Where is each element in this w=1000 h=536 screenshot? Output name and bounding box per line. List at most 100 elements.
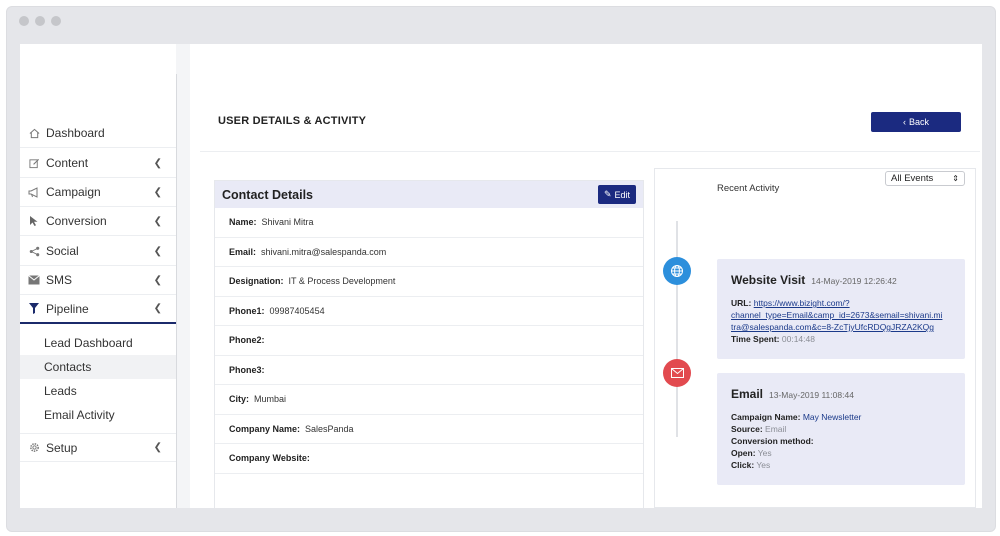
contact-field-phone3: Phone3: [215,356,643,385]
activity-url-link[interactable]: https://www.bizight.com/? [754,298,850,308]
field-key: Company Website: [229,453,310,464]
sidebar-item-social[interactable]: Social ❮ [20,237,176,266]
source-value: Email [765,424,787,434]
contact-details-title: Contact Details [222,187,313,202]
activity-url-block: URL: https://www.bizight.com/? channel_t… [731,297,951,345]
pencil-icon: ✎ [603,189,612,199]
sidebar-item-content[interactable]: Content ❮ [20,149,176,178]
field-key: Email: [229,246,257,257]
contact-field-phone1: Phone1: 09987405454 [215,297,643,326]
chevron-left-icon: ‹ [902,117,906,127]
time-spent-value: 00:14:48 [781,334,815,344]
activity-card-website-visit: Website Visit 14-May-2019 12:26:42 URL: h… [717,259,965,359]
sidebar-item-campaign[interactable]: Campaign ❮ [20,178,176,207]
contact-field-company-website: Company Website: [215,444,643,474]
back-button-label: Back [908,117,929,127]
field-key: City: [229,394,249,405]
megaphone-icon [27,186,41,198]
chevron-left-icon: ❮ [153,274,162,286]
chevron-left-icon: ❮ [153,215,162,227]
filter-icon [27,303,41,314]
contact-field-email: Email: shivani.mitra@salespanda.com [215,238,643,267]
url-key: URL: [731,298,752,308]
sidebar-item-label: Pipeline [46,301,89,316]
field-value: shivani.mitra@salespanda.com [261,246,387,257]
sidebar-subitem-leads[interactable]: Leads [20,379,176,403]
campaign-value: May Newsletter [802,412,862,422]
contact-field-designation: Designation: IT & Process Development [215,267,643,297]
sidebar-subitem-contacts[interactable]: Contacts [20,355,176,379]
chevron-left-icon: ❮ [153,186,162,198]
source-key: Source: [731,424,763,434]
sidebar-item-sms[interactable]: SMS ❮ [20,266,176,295]
events-filter-value: All Events [891,173,934,184]
open-key: Open: [731,448,756,458]
activity-card-email: Email 13-May-2019 11:08:44 Campaign Name:… [717,373,965,485]
pointer-icon [27,215,41,227]
sidebar-item-dashboard[interactable]: Dashboard [20,119,176,148]
activity-url-link[interactable]: tra@salespanda.com&c=8-ZcTjyUfcRDQgJRZA2… [731,322,934,332]
field-key: Company Name: [229,423,301,434]
select-arrows-icon: ⇕ [952,174,959,183]
sidebar-item-pipeline[interactable]: Pipeline ❮ [20,295,176,324]
sidebar-subitem-lead-dashboard[interactable]: Lead Dashboard [20,331,176,355]
email-details: Campaign Name: May Newsletter Source: Em… [731,411,951,471]
contact-field-phone2: Phone2: [215,326,643,356]
activity-timestamp: 14-May-2019 12:26:42 [811,276,897,286]
activity-card-title: Email 13-May-2019 11:08:44 [731,387,951,401]
envelope-icon [663,359,691,387]
recent-activity-panel: Recent Activity All Events ⇕ Website Vis… [654,168,976,508]
open-value: Yes [757,448,772,458]
chevron-left-icon: ❮ [153,157,162,169]
field-value: 09987405454 [269,305,325,316]
events-filter-select[interactable]: All Events ⇕ [885,171,965,186]
sidebar-item-setup[interactable]: Setup ❮ [20,433,176,462]
window-dot[interactable] [35,16,45,26]
back-button[interactable]: ‹ Back [871,112,961,132]
window-controls [19,16,61,26]
app-screen: Dashboard Content ❮ Campaign ❮ Conversio… [20,44,982,508]
chevron-left-icon: ❮ [153,245,162,257]
page-title: USER DETAILS & ACTIVITY [218,115,367,127]
field-value: IT & Process Development [288,276,396,287]
sidebar: Dashboard Content ❮ Campaign ❮ Conversio… [20,44,176,508]
sidebar-item-label: SMS [46,273,73,287]
field-value: Mumbai [254,394,287,405]
contact-details-panel: Contact Details ✎ Edit Name: Shivani Mitr… [214,180,644,508]
activity-timestamp: 13-May-2019 11:08:44 [769,390,854,400]
contact-details-header: Contact Details ✎ Edit [215,181,643,208]
window-dot[interactable] [19,16,29,26]
field-value: SalesPanda [305,423,354,434]
recent-activity-title: Recent Activity [717,183,780,194]
window-dot[interactable] [51,16,61,26]
contact-field-city: City: Mumbai [215,385,643,415]
campaign-key: Campaign Name: [731,412,801,422]
activity-url-link[interactable]: channel_type=Email&camp_id=2673&semail=s… [731,310,942,320]
field-key: Phone2: [229,335,265,346]
sidebar-divider [176,74,177,508]
gear-icon [27,442,41,453]
activity-card-title: Website Visit 14-May-2019 12:26:42 [731,273,951,287]
field-key: Designation: [229,276,284,287]
sidebar-item-label: Conversion [46,214,107,228]
sidebar-item-label: Social [46,244,79,258]
globe-icon [663,257,691,285]
conversion-key: Conversion method: [731,436,814,446]
header-divider [200,151,980,152]
main-content: USER DETAILS & ACTIVITY ‹ Back Contact D… [190,44,982,508]
sidebar-item-label: Setup [46,440,78,455]
sidebar-subitem-email-activity[interactable]: Email Activity [20,403,176,427]
edit-button-label: Edit [614,189,631,200]
chevron-left-icon: ❮ [153,442,162,453]
click-value: Yes [756,460,771,470]
sidebar-item-label: Content [46,156,89,170]
contact-field-name: Name: Shivani Mitra [215,208,643,238]
timeline-line [676,221,678,437]
field-key: Name: [229,217,257,228]
sidebar-item-label: Dashboard [46,126,105,140]
sms-icon [27,275,41,285]
time-spent-key: Time Spent: [731,334,780,344]
sidebar-item-conversion[interactable]: Conversion ❮ [20,207,176,236]
field-key: Phone3: [229,364,265,375]
edit-button[interactable]: ✎ Edit [598,185,636,204]
